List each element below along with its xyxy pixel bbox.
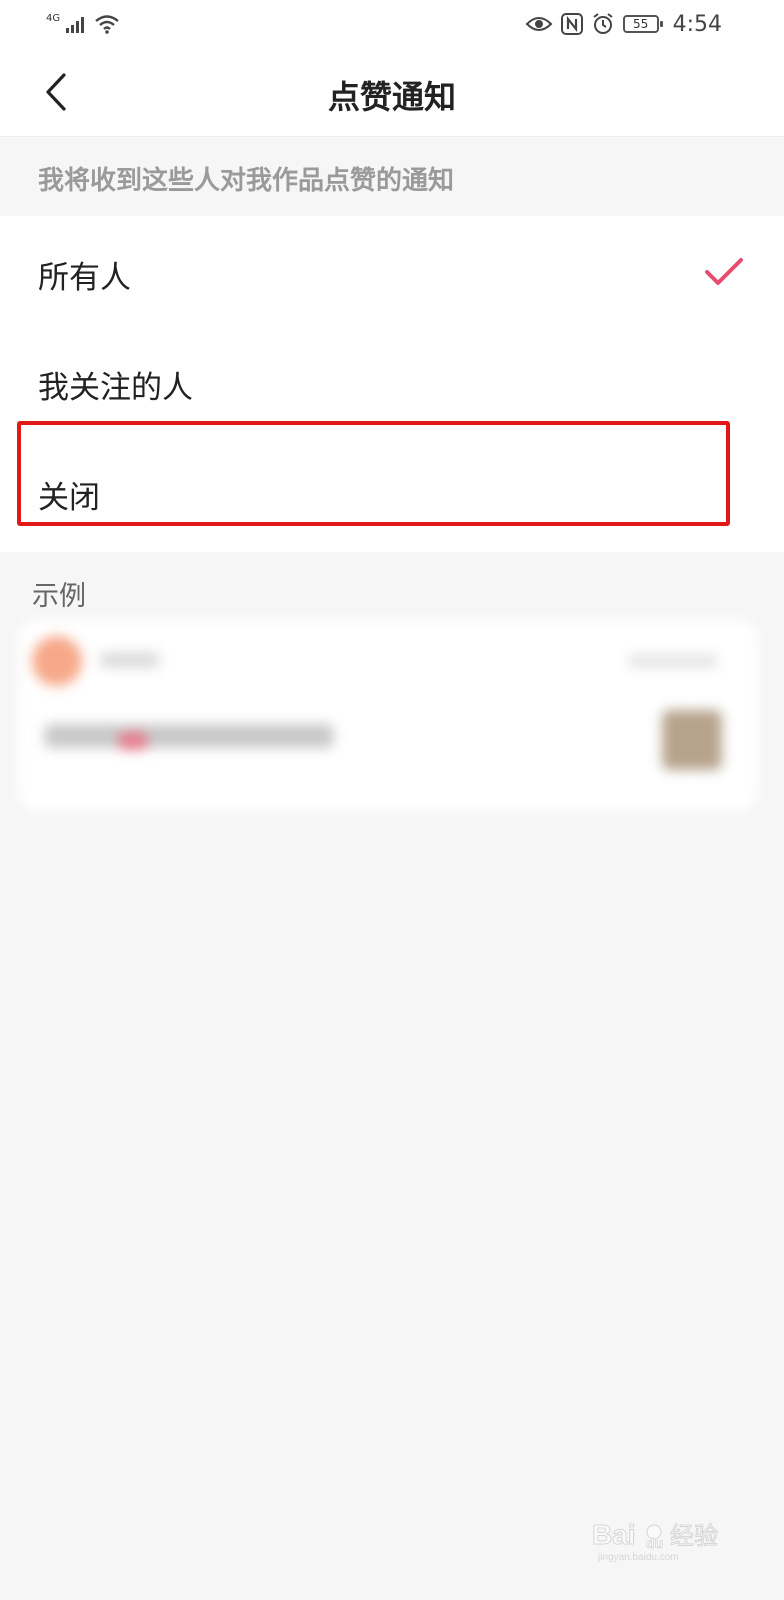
option-label: 所有人 <box>38 260 131 296</box>
example-label: 示例 <box>32 581 86 612</box>
navigation-bar: 点赞通知 <box>0 48 784 137</box>
battery-indicator: 55 <box>622 15 663 33</box>
status-bar: 4G 55 4:54 <box>0 0 784 48</box>
blurred-message <box>44 724 334 748</box>
nfc-icon <box>560 13 583 35</box>
example-preview-card <box>18 620 758 810</box>
blurred-thumbnail <box>662 710 722 770</box>
signal-icon <box>66 17 85 33</box>
option-following[interactable]: 我关注的人 <box>0 326 784 436</box>
page-title: 点赞通知 <box>327 78 456 116</box>
section-description: 我将收到这些人对我作品点赞的通知 <box>38 166 455 196</box>
avatar <box>32 636 82 686</box>
alarm-icon <box>592 13 613 34</box>
blurred-highlight <box>118 732 148 750</box>
baidu-watermark-logo: Bai du 经验 jingyan.baidu.com <box>592 1519 719 1564</box>
checkmark-icon <box>705 258 743 285</box>
blurred-timestamp <box>628 654 718 668</box>
svg-text:du: du <box>646 1535 663 1551</box>
option-everyone[interactable]: 所有人 <box>0 216 784 326</box>
wifi-icon <box>95 15 119 34</box>
option-label: 我关注的人 <box>38 370 193 406</box>
option-label: 关闭 <box>38 480 100 516</box>
options-list: 所有人 我关注的人 关闭 <box>0 216 784 552</box>
blurred-username <box>100 652 160 668</box>
clock-time: 4:54 <box>672 11 722 37</box>
eye-icon <box>525 17 553 31</box>
svg-text:经验: 经验 <box>670 1522 718 1550</box>
svg-text:jingyan.baidu.com: jingyan.baidu.com <box>597 1552 679 1563</box>
svg-text:Bai: Bai <box>592 1519 636 1550</box>
status-right: 55 4:54 <box>525 10 722 38</box>
status-left: 4G <box>46 12 120 36</box>
option-off[interactable]: 关闭 <box>0 436 784 546</box>
network-type: 4G <box>46 12 61 24</box>
